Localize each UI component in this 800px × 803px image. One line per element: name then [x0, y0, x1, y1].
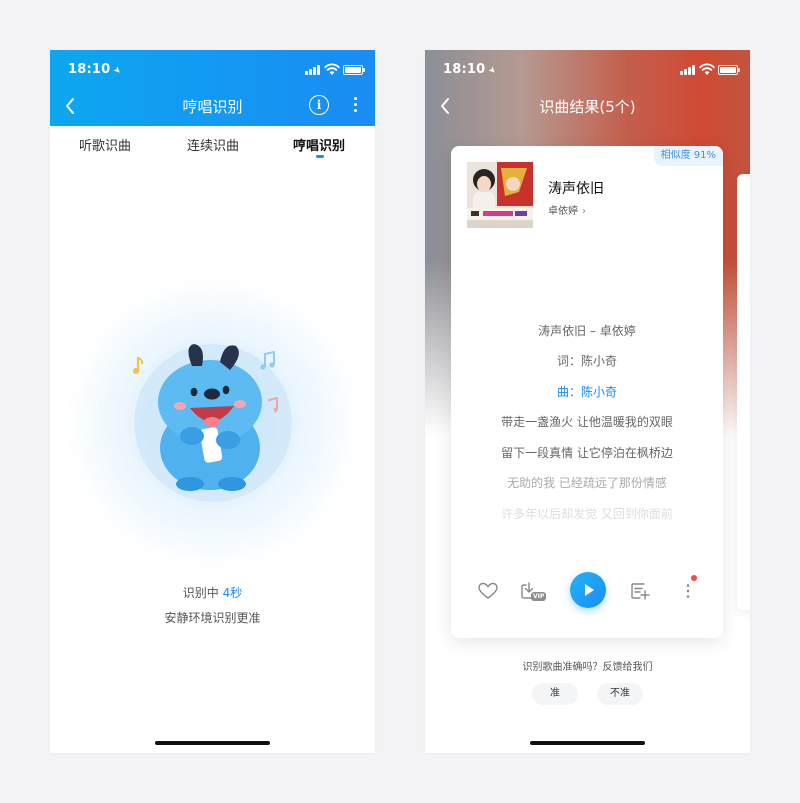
play-button[interactable] — [570, 572, 606, 608]
song-title[interactable]: 涛声依旧 — [548, 178, 604, 198]
vip-badge: VIP — [531, 592, 547, 601]
lyric-line-current: 曲：陈小奇 — [556, 385, 617, 399]
status-label: 识别中 — [182, 586, 219, 600]
home-indicator[interactable] — [155, 741, 270, 745]
tab-continuous-recognize[interactable]: 连续识曲 — [187, 135, 239, 154]
app-header: 18:10➤ 哼唱识别 i — [50, 50, 375, 126]
heart-icon[interactable] — [477, 580, 499, 602]
environment-hint: 安静环境识别更准 — [164, 611, 261, 625]
status-bar: 18:10➤ — [425, 50, 750, 90]
location-arrow-icon: ➤ — [110, 64, 124, 78]
page-title: 识曲结果(5个) — [539, 98, 636, 116]
result-card[interactable]: 相似度 91% 涛声依旧 卓依婷 › 涛声依旧 – 卓依婷 词：陈小奇 曲：陈小奇… — [451, 146, 723, 638]
signal-icon — [305, 65, 321, 75]
battery-icon — [343, 65, 365, 75]
playback-controls: VIP — [451, 572, 723, 612]
music-note-blue-icon — [260, 351, 275, 370]
lyric-line: 无助的我 已经疏远了那份情感 — [507, 476, 667, 490]
download-vip-button[interactable]: VIP — [519, 580, 547, 602]
lyric-line: 留下一段真情 让它停泊在枫桥边 — [501, 446, 673, 460]
feedback-accurate-button[interactable]: 准 — [532, 683, 578, 705]
similarity-badge: 相似度 91% — [653, 146, 723, 166]
more-vertical-icon[interactable] — [352, 97, 358, 113]
wifi-icon — [324, 63, 340, 75]
feedback-inaccurate-button[interactable]: 不准 — [597, 683, 643, 705]
elapsed-time: 4秒 — [222, 586, 243, 600]
status-time: 18:10➤ — [68, 62, 124, 78]
more-options-button[interactable] — [677, 580, 699, 602]
wifi-icon — [699, 63, 715, 75]
lyric-line: 涛声依旧 – 卓依婷 — [538, 324, 636, 338]
lyric-line: 许多年以后却发觉 又回到你面前 — [501, 507, 673, 521]
battery-icon — [718, 65, 740, 75]
lyric-line: 词：陈小奇 — [556, 354, 617, 368]
feedback-question: 识别歌曲准确吗？反馈给我们 — [522, 662, 653, 673]
recognition-tabs: 听歌识曲 连续识曲 哼唱识别 — [50, 126, 375, 162]
tab-listen-recognize[interactable]: 听歌识曲 — [79, 135, 131, 154]
artist-name: 卓依婷 — [548, 206, 578, 217]
artist-link[interactable]: 卓依婷 › — [548, 202, 586, 217]
album-cover-image[interactable] — [467, 162, 533, 228]
humming-recognition-screen: 18:10➤ 哼唱识别 i 听歌识曲 连续识曲 哼唱识别 识别中 4秒 安静环境… — [50, 50, 375, 753]
notification-dot — [691, 575, 697, 581]
recognition-status: 识别中 4秒 — [50, 584, 375, 601]
home-indicator[interactable] — [530, 741, 645, 745]
tab-humming-recognize[interactable]: 哼唱识别 — [293, 135, 345, 154]
more-vertical-icon — [686, 584, 690, 598]
status-bar: 18:10➤ — [50, 50, 375, 90]
recognition-results-screen: 18:10➤ 识曲结果(5个) 相似度 91% 涛声依旧 卓依婷 › 涛声依旧 … — [425, 50, 750, 753]
next-result-card[interactable] — [737, 174, 750, 610]
add-to-playlist-icon[interactable] — [629, 580, 651, 602]
lyric-line: 带走一盏渔火 让他温暖我的双眼 — [501, 415, 673, 429]
location-arrow-icon: ➤ — [485, 64, 499, 78]
status-time: 18:10➤ — [443, 62, 499, 78]
info-icon[interactable]: i — [309, 95, 329, 115]
chevron-right-icon: › — [582, 206, 586, 217]
music-note-yellow-icon — [133, 356, 144, 374]
signal-icon — [680, 65, 696, 75]
singing-dog-mascot-illustration[interactable] — [128, 336, 298, 496]
active-tab-indicator — [316, 155, 324, 158]
